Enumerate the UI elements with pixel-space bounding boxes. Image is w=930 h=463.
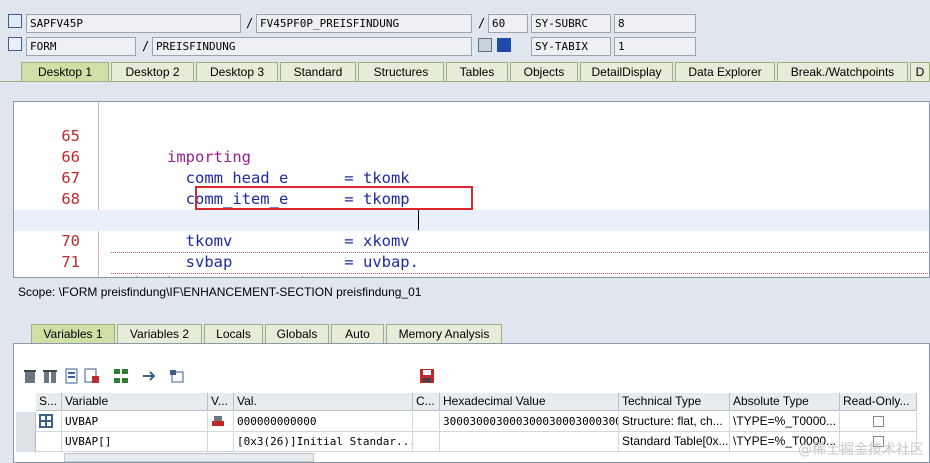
scope-text: Scope: \FORM preisfindung\IF\ENHANCEMENT… (18, 285, 422, 299)
program-icon (8, 14, 22, 28)
save-icon[interactable] (419, 368, 435, 384)
tab-memory-analysis[interactable]: Memory Analysis (386, 324, 502, 343)
table-row-absolute-type: \TYPE=%_T0000... (730, 412, 840, 432)
table-row-hex: 3000300030003000300030003000... (440, 412, 619, 432)
code-line: 72 (14, 252, 929, 277)
row-selector[interactable] (16, 432, 36, 452)
tab-desktop-3[interactable]: Desktop 3 (196, 62, 278, 81)
table-row-value[interactable]: 000000000000 (234, 412, 413, 432)
tab-desktop-2[interactable]: Desktop 2 (111, 62, 194, 81)
code-line: 67 comm_item_e = tkomp (14, 147, 929, 208)
tab-more[interactable]: D (910, 62, 930, 81)
tab-globals[interactable]: Globals (265, 324, 329, 343)
navigate-icon[interactable] (478, 38, 492, 52)
table-row-technical-type: Standard Table[0x... (619, 432, 730, 452)
structure-type-icon (39, 414, 53, 428)
col-header-value[interactable]: Val. (234, 393, 413, 411)
sysvar-value-field[interactable]: 8 (614, 14, 696, 33)
table-row-read-only (840, 412, 917, 432)
form-icon (8, 37, 22, 51)
separator: / (246, 16, 254, 30)
variables-toolbar (14, 366, 929, 388)
structure-icon[interactable] (113, 368, 129, 384)
col-header-v[interactable]: V... (208, 393, 234, 411)
info-icon[interactable] (497, 38, 511, 52)
col-header-c[interactable]: C... (413, 393, 440, 411)
change-value-icon[interactable] (211, 414, 225, 428)
tab-locals[interactable]: Locals (204, 324, 263, 343)
load-icon[interactable] (64, 368, 80, 384)
table-row-v[interactable] (208, 432, 234, 452)
save-variables-icon[interactable] (84, 368, 100, 384)
tab-variables-1[interactable]: Variables 1 (31, 324, 115, 343)
col-header-technical-type[interactable]: Technical Type (619, 393, 730, 411)
tab-detail-display[interactable]: DetailDisplay (580, 62, 673, 81)
sysvar2-name-field[interactable]: SY-TABIX (531, 37, 611, 56)
highlight-box (195, 186, 473, 210)
variables-panel: S... Variable V... Val. C... Hexadecimal… (13, 343, 930, 463)
table-row-variable[interactable]: UVBAP[] (62, 432, 208, 452)
transfer-icon[interactable] (141, 368, 157, 384)
tab-strip-underline (0, 81, 930, 82)
watermark: @稀土掘金技术社区 (798, 442, 924, 458)
table-row-hex (440, 432, 619, 452)
desktop-tab-strip: Desktop 1 Desktop 2 Desktop 3 Standard S… (0, 60, 930, 82)
line-number: 72 (44, 273, 80, 277)
table-row-variable[interactable]: UVBAP (62, 412, 208, 432)
code-line: 66 comm_head_e = tkomk (14, 126, 929, 187)
program-field[interactable]: SAPFV45P (26, 14, 241, 33)
code-line: 65 importing (14, 105, 929, 166)
block-type-field[interactable]: FORM (26, 37, 136, 56)
tab-standard[interactable]: Standard (280, 62, 356, 81)
table-row-technical-type: Structure: flat, ch... (619, 412, 730, 432)
tab-breakpoints[interactable]: Break./Watchpoints (777, 62, 908, 81)
tab-tables[interactable]: Tables (446, 62, 508, 81)
tab-objects[interactable]: Objects (510, 62, 578, 81)
table-row-v[interactable] (208, 412, 234, 432)
tab-variables-2[interactable]: Variables 2 (117, 324, 202, 343)
text-cursor (418, 210, 419, 230)
sysvar-name-field[interactable]: SY-SUBRC (531, 14, 611, 33)
table-row-status (36, 432, 62, 452)
table-row-value[interactable]: [0x3(26)]Initial Standar... (234, 432, 413, 452)
read-only-checkbox[interactable] (873, 416, 884, 427)
variables-tab-strip: Variables 1 Variables 2 Locals Globals A… (0, 323, 930, 344)
line-field[interactable]: 60 (488, 14, 528, 33)
block-name-field[interactable]: PREISFINDUNG (152, 37, 472, 56)
col-header-variable[interactable]: Variable (62, 393, 208, 411)
include-field[interactable]: FV45PF0P_PREISFINDUNG (256, 14, 472, 33)
info-row-form: FORM / PREISFINDUNG SY-TABIX 1 (0, 35, 930, 57)
separator: / (142, 39, 150, 53)
col-header-hex[interactable]: Hexadecimal Value (440, 393, 619, 411)
table-row-status (36, 412, 62, 432)
delete-all-icon[interactable] (42, 368, 58, 384)
separator: / (478, 16, 486, 30)
settings-icon[interactable] (169, 368, 185, 384)
info-row-program: SAPFV45P / FV45PF0P_PREISFINDUNG / 60 SY… (0, 12, 930, 34)
delete-icon[interactable] (22, 368, 38, 384)
horizontal-scrollbar[interactable] (64, 453, 314, 462)
tab-structures[interactable]: Structures (358, 62, 444, 81)
section-divider (111, 273, 928, 274)
col-header-absolute-type[interactable]: Absolute Type (730, 393, 840, 411)
tab-desktop-1[interactable]: Desktop 1 (21, 62, 109, 81)
code-line: 71 end-enhancement-section. (14, 231, 929, 277)
sysvar2-value-field[interactable]: 1 (614, 37, 696, 56)
row-selector[interactable] (16, 412, 36, 432)
col-header-read-only[interactable]: Read-Only... (840, 393, 917, 411)
code-editor[interactable]: 65 importing 66 comm_head_e = tkomk 67 c… (13, 101, 930, 278)
table-row-c (413, 412, 440, 432)
code-line-current: 70 svbap = uvbap. (14, 210, 929, 271)
tab-data-explorer[interactable]: Data Explorer (675, 62, 775, 81)
col-header-status[interactable]: S... (36, 393, 62, 411)
table-row-c (413, 432, 440, 452)
tab-auto[interactable]: Auto (331, 324, 384, 343)
